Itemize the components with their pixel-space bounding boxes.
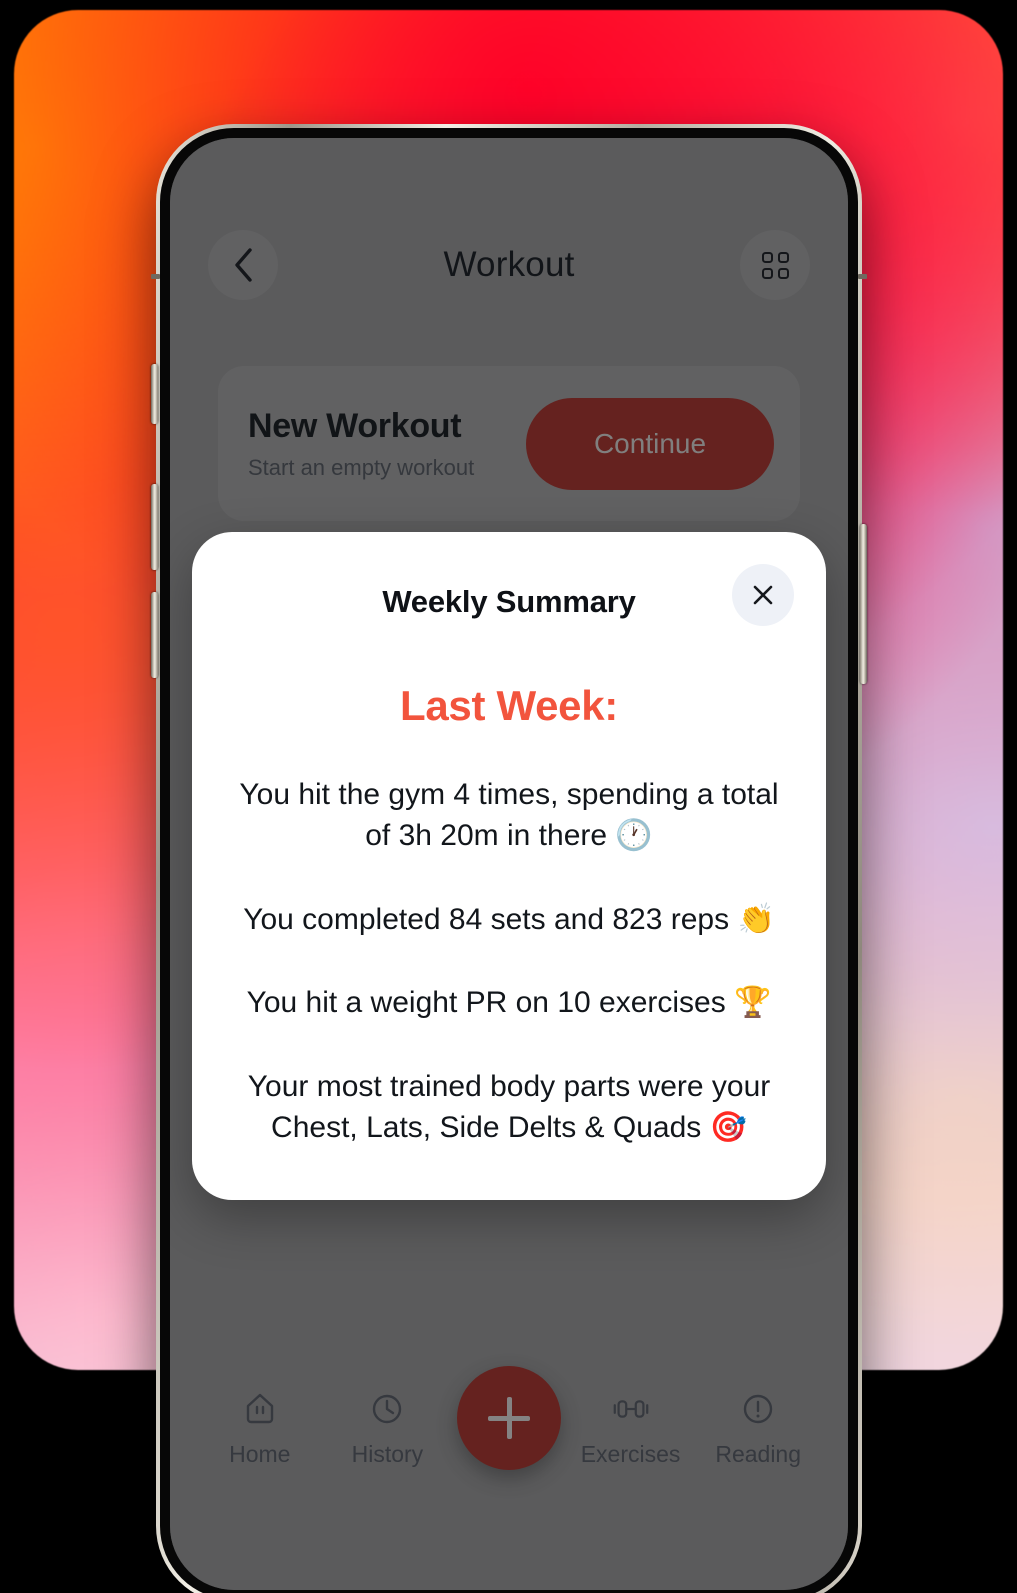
summary-line-gym-visits: You hit the gym 4 times, spending a tota… [239,778,779,853]
dumbbell-icon [610,1388,652,1430]
exclamation-circle-icon [737,1388,779,1430]
nav-label: History [351,1441,424,1467]
chevron-left-icon [235,248,252,282]
close-icon [753,585,773,605]
volume-down-button[interactable] [151,592,158,678]
nav-label: Home [229,1441,291,1467]
clock-icon [366,1388,408,1430]
summary-line-body-parts: Your most trained body parts were your C… [247,1069,771,1144]
summary-line-weight-pr: You hit a weight PR on 10 exercises 🏆 [246,986,772,1020]
antenna-line [858,274,867,279]
grid-view-button[interactable] [740,230,810,300]
phone-screen: Workout New Workout Start an empty worko… [170,138,848,1590]
bottom-navigation-bar: Home History Exercises Reading [170,1366,848,1504]
antenna-line [151,274,160,279]
page-title: Workout [443,245,575,284]
house-icon [239,1388,281,1430]
nav-label: Exercises [580,1441,681,1467]
phone-device-frame: Workout New Workout Start an empty worko… [151,124,867,1593]
nav-item-reading[interactable]: Reading [700,1388,816,1468]
close-button[interactable] [732,564,794,626]
nav-item-exercises[interactable]: Exercises [573,1388,689,1468]
add-workout-fab[interactable] [456,1366,561,1470]
back-button[interactable] [208,230,278,300]
phone-bezel: Workout New Workout Start an empty worko… [160,128,858,1593]
plus-icon [486,1395,532,1441]
modal-title: Weekly Summary [382,584,636,619]
grid-2x2-icon [761,251,789,279]
new-workout-title: New Workout [248,406,462,445]
volume-up-button[interactable] [151,484,158,570]
app-header: Workout [170,210,848,320]
nav-item-home[interactable]: Home [202,1388,318,1468]
new-workout-card[interactable]: New Workout Start an empty workout Conti… [218,366,800,521]
weekly-summary-modal: Weekly Summary Last Week: You hit the gy… [192,532,826,1201]
new-workout-texts: New Workout Start an empty workout [248,407,526,481]
summary-line-sets-reps: You completed 84 sets and 823 reps 👏 [243,902,775,936]
modal-heading: Last Week: [400,682,618,729]
nav-label: Reading [715,1441,802,1467]
power-button[interactable] [860,524,867,684]
nav-item-history[interactable]: History [329,1388,445,1468]
new-workout-subtitle: Start an empty workout [248,454,475,480]
continue-button[interactable]: Continue [526,397,774,490]
action-button[interactable] [151,364,158,424]
